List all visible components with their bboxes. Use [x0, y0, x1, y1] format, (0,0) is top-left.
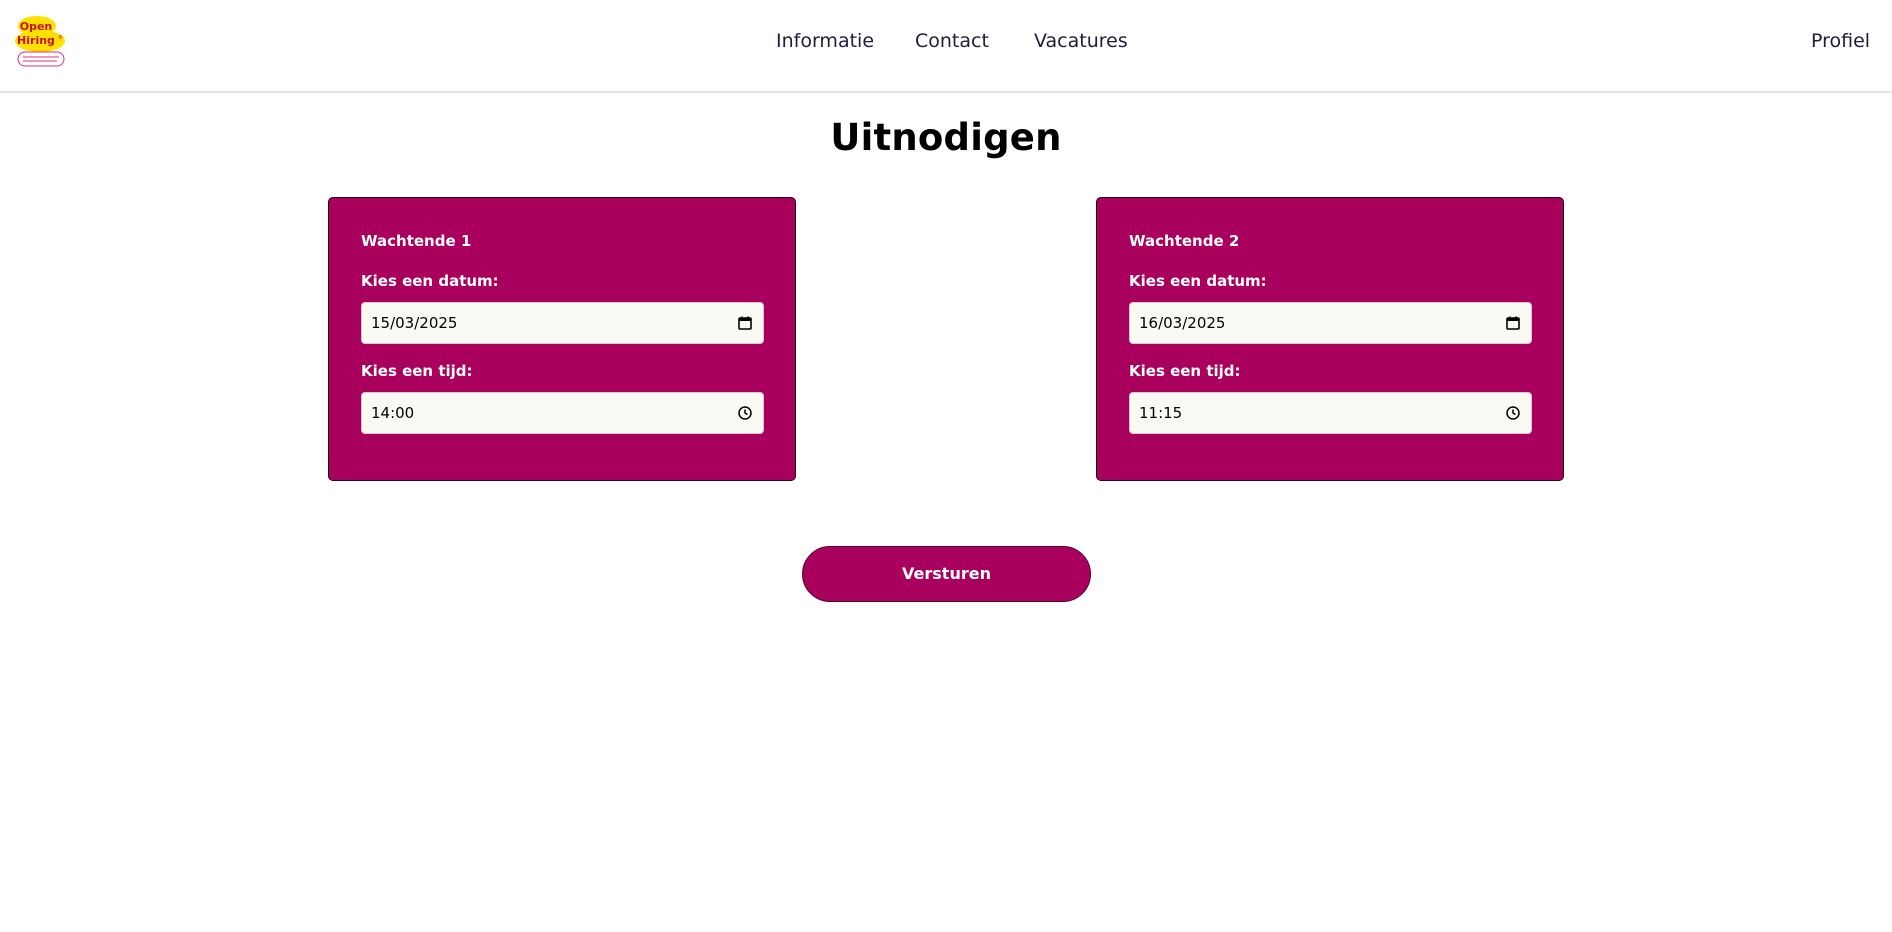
date-label: Kies een datum:: [361, 272, 499, 290]
date-value: 15/03/2025: [371, 314, 458, 332]
open-hiring-logo[interactable]: Open Hiring ®: [13, 15, 69, 71]
candidate-card-title: Wachtende 1: [361, 232, 472, 250]
date-value: 16/03/2025: [1139, 314, 1226, 332]
site-header: Open Hiring ® Informatie Contact Vacatur…: [0, 0, 1892, 93]
candidate-card-1: Wachtende 1 Kies een datum: 15/03/2025 K…: [328, 197, 796, 481]
time-value: 14:00: [371, 404, 415, 422]
logo-line-1: Open: [20, 20, 53, 33]
nav-item-vacatures[interactable]: Vacatures: [1034, 30, 1128, 52]
nav-item-profiel[interactable]: Profiel: [1811, 30, 1870, 52]
time-value: 11:15: [1139, 404, 1183, 422]
submit-button[interactable]: Versturen: [802, 546, 1091, 602]
time-label: Kies een tijd:: [361, 362, 473, 380]
time-input[interactable]: 14:00: [361, 392, 764, 434]
date-label: Kies een datum:: [1129, 272, 1267, 290]
clock-icon[interactable]: [1505, 405, 1521, 421]
candidate-card-2: Wachtende 2 Kies een datum: 16/03/2025 K…: [1096, 197, 1564, 481]
logo-registered: ®: [58, 34, 63, 41]
candidate-card-title: Wachtende 2: [1129, 232, 1240, 250]
date-input[interactable]: 15/03/2025: [361, 302, 764, 344]
date-input[interactable]: 16/03/2025: [1129, 302, 1532, 344]
calendar-icon[interactable]: [737, 315, 753, 331]
nav-item-contact[interactable]: Contact: [915, 30, 989, 52]
time-input[interactable]: 11:15: [1129, 392, 1532, 434]
nav-item-informatie[interactable]: Informatie: [776, 30, 874, 52]
time-label: Kies een tijd:: [1129, 362, 1241, 380]
logo-line-2: Hiring: [17, 34, 55, 47]
page-title: Uitnodigen: [830, 116, 1062, 159]
calendar-icon[interactable]: [1505, 315, 1521, 331]
clock-icon[interactable]: [737, 405, 753, 421]
